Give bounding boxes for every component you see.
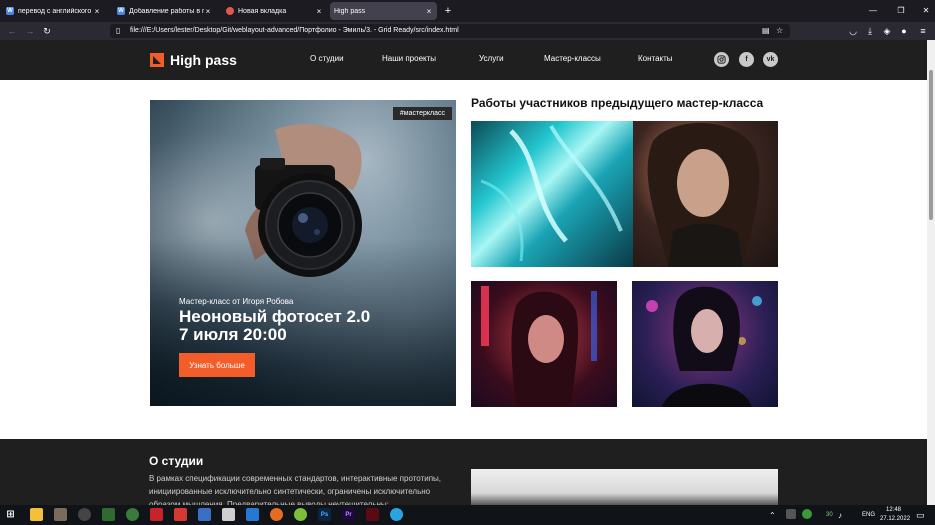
url-text[interactable]: file:///E:/Users/lester/Desktop/Git/webl…	[130, 24, 459, 38]
tray-number: 30	[826, 512, 833, 518]
clock-date[interactable]: 27.12.2022	[880, 516, 910, 522]
hero-banner: #мастеркласс Мастер-класс от Игоря Робов…	[150, 100, 456, 406]
logo-text: High pass	[170, 52, 237, 68]
pdf-icon[interactable]	[174, 508, 187, 521]
gallery-photo-neon-sign[interactable]	[471, 121, 633, 267]
media-player-icon[interactable]	[78, 508, 91, 521]
vk-icon[interactable]: vk	[763, 52, 778, 67]
firefox-icon[interactable]	[270, 508, 283, 521]
tray-green-icon[interactable]	[802, 509, 812, 519]
gallery-photo-portrait-woman[interactable]	[633, 121, 778, 267]
telegram-icon[interactable]	[390, 508, 403, 521]
purple-neon-portrait	[646, 286, 762, 407]
nav-link-services[interactable]: Услуги	[479, 54, 504, 63]
notifications-icon[interactable]: ▭	[916, 510, 925, 521]
page-scrollbar[interactable]	[927, 40, 935, 505]
windows-taskbar: ⊞ Ps Pr ⌃ 30 ♪ ENG 12:48 27.12.2022 ▭	[0, 505, 935, 525]
red-app-icon[interactable]	[150, 508, 163, 521]
downloads-icon[interactable]: ⤓	[863, 24, 877, 38]
scrollbar-thumb[interactable]	[929, 70, 933, 220]
hero-title-line2: 7 июля 20:00	[179, 325, 287, 344]
about-title: О студии	[149, 454, 204, 468]
reader-view-icon[interactable]: ▤	[762, 24, 770, 38]
menu-hamburger-icon[interactable]: ≡	[916, 24, 930, 38]
pocket-icon[interactable]: ◡	[846, 24, 860, 38]
works-section-title: Работы участников предыдущего мастер-кла…	[471, 96, 764, 110]
hero-subtitle: Мастер-класс от Игоря Робова	[179, 297, 294, 306]
portrait-silhouette	[647, 122, 760, 267]
nav-link-projects[interactable]: Наши проекты	[382, 54, 436, 63]
premiere-icon[interactable]: Pr	[342, 508, 355, 521]
red-neon-portrait	[481, 286, 597, 407]
facebook-icon[interactable]: f	[739, 52, 754, 67]
firefox-favicon-icon	[226, 7, 234, 15]
nav-link-about[interactable]: О студии	[310, 54, 344, 63]
close-window-icon[interactable]: ✕	[919, 4, 933, 18]
gallery-photo-purple-neon[interactable]	[632, 281, 778, 407]
red-logo-icon[interactable]	[366, 508, 379, 521]
hero-title-line1: Неоновый фотосет 2.0	[179, 307, 371, 326]
site-header: High pass О студии Наши проекты Услуги М…	[0, 40, 927, 80]
hero-tag-badge[interactable]: #мастеркласс	[392, 107, 452, 120]
url-bar[interactable]: ▯ file:///E:/Users/lester/Desktop/Git/we…	[110, 24, 790, 38]
neon-lines-decoration	[480, 125, 623, 262]
tray-app-icon[interactable]	[786, 509, 796, 519]
site-logo[interactable]: High pass	[150, 52, 237, 68]
volume-icon[interactable]: ♪	[838, 511, 842, 520]
back-arrow-icon[interactable]: ←	[5, 24, 19, 38]
tab-close-icon[interactable]: ×	[93, 7, 101, 16]
reload-icon[interactable]: ↻	[40, 24, 54, 38]
forward-arrow-icon[interactable]: →	[23, 24, 37, 38]
new-tab-button[interactable]: +	[442, 4, 454, 18]
browser-tab-translate[interactable]: W перевод с английского на ру... ×	[2, 2, 105, 20]
instagram-icon[interactable]	[714, 52, 729, 67]
file-explorer-icon[interactable]	[30, 508, 43, 521]
notes-icon[interactable]	[222, 508, 235, 521]
account-icon[interactable]: ●	[897, 24, 911, 38]
restore-icon[interactable]: ❐	[894, 4, 908, 18]
tab-label: Новая вкладка	[238, 7, 287, 15]
browser-tab-portfolio[interactable]: W Добавление работы в портф... ×	[113, 2, 216, 20]
clock-time[interactable]: 12:48	[886, 507, 901, 513]
about-text: В рамках спецификации современных станда…	[149, 474, 442, 505]
app-icon[interactable]	[54, 508, 67, 521]
file-icon: ▯	[116, 26, 121, 35]
tab-label: перевод с английского на ру...	[18, 7, 93, 15]
utility-icon[interactable]	[102, 508, 115, 521]
green-app-icon[interactable]	[126, 508, 139, 521]
learn-more-button[interactable]: Узнать больше	[179, 353, 255, 377]
tab-label: High pass	[334, 7, 366, 15]
tab-label: Добавление работы в портф...	[129, 7, 204, 15]
about-photo	[471, 469, 778, 505]
hero-title: Неоновый фотосет 2.0 7 июля 20:00	[179, 308, 370, 344]
browser-tab-high-pass[interactable]: High pass ×	[330, 2, 437, 20]
logo-mark-icon	[150, 53, 164, 67]
tab-favicon-icon: W	[117, 7, 125, 15]
monitor-icon[interactable]	[198, 508, 211, 521]
nav-link-masterclasses[interactable]: Мастер-классы	[544, 54, 601, 63]
about-section: О студии В рамках спецификации современн…	[0, 439, 927, 505]
browser-tab-bar: W перевод с английского на ру... × W Доб…	[0, 0, 935, 22]
minimize-icon[interactable]: —	[866, 4, 880, 18]
tab-favicon-icon: W	[6, 7, 14, 15]
nav-link-contacts[interactable]: Контакты	[638, 54, 673, 63]
photoshop-icon[interactable]: Ps	[318, 508, 331, 521]
tab-close-icon[interactable]: ×	[425, 7, 433, 16]
bookmark-star-icon[interactable]: ☆	[776, 24, 783, 38]
language-indicator[interactable]: ENG	[862, 512, 875, 518]
tray-chevron-icon[interactable]: ⌃	[769, 511, 776, 520]
tab-close-icon[interactable]: ×	[204, 7, 212, 16]
browser-nav-bar: ← → ↻ ▯ file:///E:/Users/lester/Desktop/…	[0, 22, 935, 40]
shield-icon[interactable]: ◈	[880, 24, 894, 38]
tab-close-icon[interactable]: ×	[315, 7, 323, 16]
gallery-photo-red-neon[interactable]	[471, 281, 617, 407]
windows-start-icon[interactable]: ⊞	[4, 508, 17, 521]
vscode-icon[interactable]	[246, 508, 259, 521]
browser-tab-new[interactable]: Новая вкладка ×	[222, 2, 327, 20]
torrent-icon[interactable]	[294, 508, 307, 521]
web-page: High pass О студии Наши проекты Услуги М…	[0, 40, 927, 505]
